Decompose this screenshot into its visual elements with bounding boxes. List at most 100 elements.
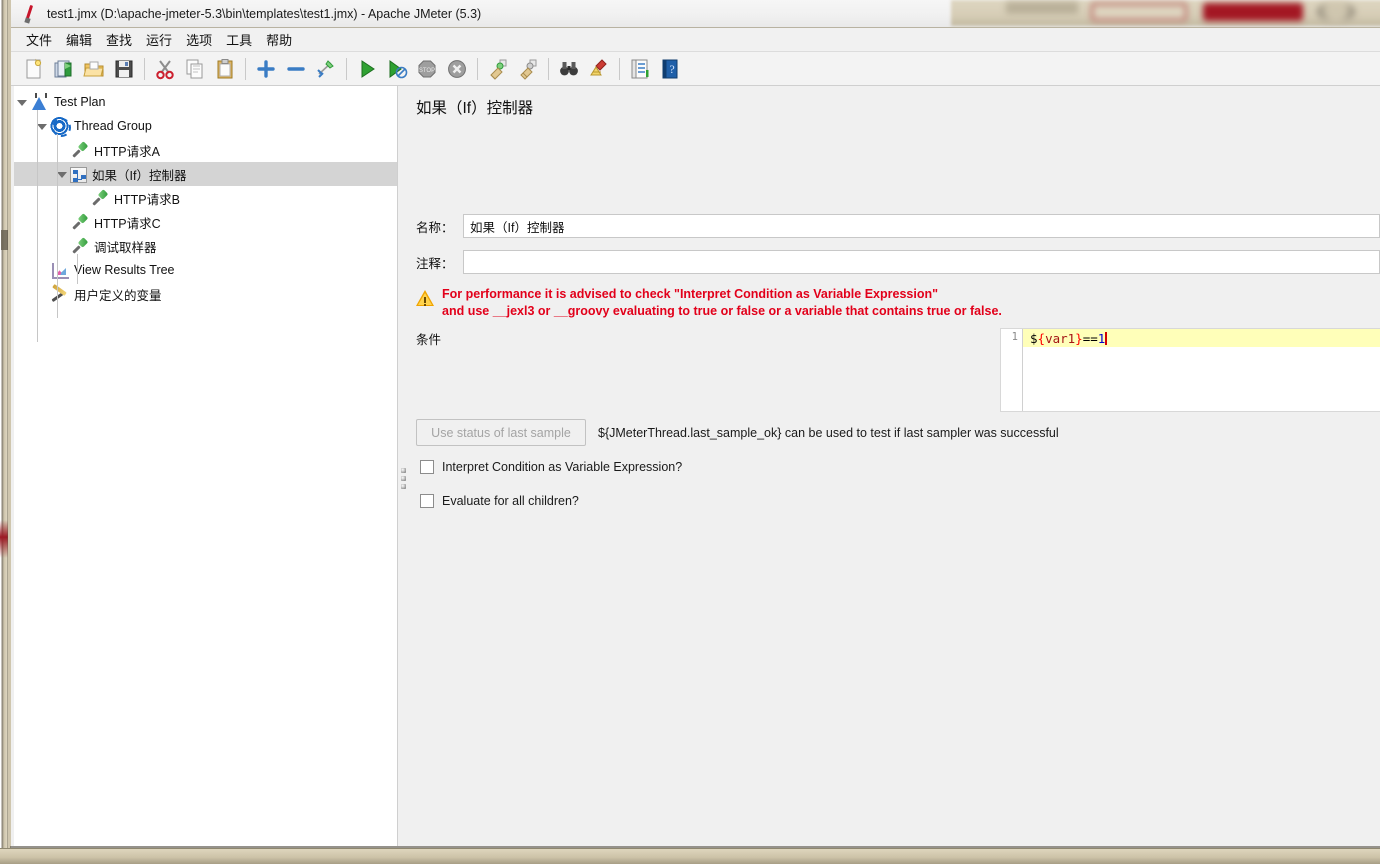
toolbar-separator (144, 57, 145, 80)
title-bar: test1.jmx (D:\apache-jmeter-5.3\bin\temp… (11, 0, 1380, 28)
warning-triangle-icon (416, 288, 436, 308)
cut-scissors-icon[interactable] (150, 55, 180, 83)
toolbar-separator (548, 57, 549, 80)
editor-text-area[interactable]: ${var1}==1 (1023, 329, 1380, 411)
http-sampler-icon (70, 140, 89, 160)
start-no-timers-icon[interactable] (382, 55, 412, 83)
collapse-minus-icon[interactable] (281, 55, 311, 83)
shutdown-icon[interactable] (442, 55, 472, 83)
comment-label: 注释： (416, 256, 454, 271)
new-document-icon[interactable] (19, 55, 49, 83)
tree-node-label: HTTP请求B (114, 192, 180, 207)
test-plan-tree: Test Plan Thread Group HTTP请求A 如果（If）控制器 HTT… (14, 86, 397, 306)
expand-plus-icon[interactable] (251, 55, 281, 83)
tree-node-label: 用户定义的变量 (74, 288, 162, 303)
if-controller-icon (70, 167, 87, 183)
user-defined-variables-icon (50, 284, 69, 304)
tree-node-test-plan[interactable]: Test Plan (14, 90, 397, 114)
chevron-down-icon[interactable] (14, 90, 30, 114)
comment-input[interactable] (463, 250, 1380, 274)
clear-broom-icon[interactable] (483, 55, 513, 83)
save-icon[interactable] (109, 55, 139, 83)
function-helper-icon[interactable] (625, 55, 655, 83)
split-pane-divider[interactable] (398, 86, 407, 846)
tree-connector-line (77, 254, 78, 284)
menu-options[interactable]: 选项 (179, 28, 219, 51)
start-play-icon[interactable] (352, 55, 382, 83)
use-status-of-last-sample-button[interactable]: Use status of last sample (416, 419, 586, 446)
tree-node-http-request-b[interactable]: HTTP请求B (14, 186, 397, 210)
checkbox-interpret-condition[interactable]: Interpret Condition as Variable Expressi… (420, 460, 682, 474)
menu-help[interactable]: 帮助 (259, 28, 299, 51)
condition-editor[interactable]: 1 ${var1}==1 (1000, 328, 1380, 412)
test-plan-tree-pane[interactable]: Test Plan Thread Group HTTP请求A 如果（If）控制器 HTT… (14, 86, 398, 846)
tree-node-thread-group[interactable]: Thread Group (14, 114, 397, 138)
clear-all-broom-icon[interactable] (513, 55, 543, 83)
help-book-icon[interactable]: ? (655, 55, 685, 83)
tree-node-view-results-tree[interactable]: View Results Tree (14, 258, 397, 282)
debug-sampler-icon (70, 236, 89, 256)
checkbox-interpret-condition-box[interactable] (420, 460, 434, 474)
http-sampler-icon (70, 212, 89, 232)
menu-run[interactable]: 运行 (139, 28, 179, 51)
checkbox-evaluate-all-children-label: Evaluate for all children? (442, 494, 579, 508)
tree-node-http-request-a[interactable]: HTTP请求A (14, 138, 397, 162)
http-sampler-icon (90, 188, 109, 208)
warning-text: For performance it is advised to check "… (442, 286, 1002, 320)
name-field-row: 名称： (416, 213, 1380, 239)
name-input[interactable] (463, 214, 1380, 238)
search-binoculars-icon[interactable] (554, 55, 584, 83)
last-sample-row: Use status of last sample ${JMeterThread… (416, 419, 1059, 446)
view-results-tree-icon (50, 260, 69, 280)
tree-node-http-request-c[interactable]: HTTP请求C (14, 210, 397, 234)
copy-icon[interactable] (180, 55, 210, 83)
warning-line-2: and use __jexl3 or __groovy evaluating t… (442, 304, 1002, 318)
jmeter-feather-icon (19, 3, 41, 25)
toolbar-separator (245, 57, 246, 80)
menu-search[interactable]: 查找 (99, 28, 139, 51)
stop-icon[interactable]: STOP (412, 55, 442, 83)
window-bottom-frame (0, 848, 1380, 864)
token-variable: var1 (1045, 331, 1076, 346)
tree-node-label: HTTP请求C (94, 216, 161, 231)
condition-expression[interactable]: ${var1}==1 (1023, 329, 1380, 347)
tree-node-user-defined-variables[interactable]: 用户定义的变量 (14, 282, 397, 306)
background-window-dark-band (1, 230, 8, 250)
tree-node-label: View Results Tree (74, 263, 175, 277)
tree-node-if-controller[interactable]: 如果（If）控制器 (14, 162, 397, 186)
checkbox-interpret-condition-label: Interpret Condition as Variable Expressi… (442, 460, 683, 474)
tree-node-label: Test Plan (54, 95, 106, 109)
svg-text:STOP: STOP (419, 68, 435, 74)
tree-connector-line (57, 134, 58, 318)
text-caret (1105, 332, 1108, 345)
templates-icon[interactable] (49, 55, 79, 83)
jmeter-main-window: test1.jmx (D:\apache-jmeter-5.3\bin\temp… (8, 0, 1380, 858)
tree-node-debug-sampler[interactable]: 调试取样器 (14, 234, 397, 258)
last-sample-hint-text: ${JMeterThread.last_sample_ok} can be us… (598, 425, 1059, 440)
menu-file[interactable]: 文件 (19, 28, 59, 51)
warning-line-1: For performance it is advised to check "… (442, 287, 939, 301)
menu-tools[interactable]: 工具 (219, 28, 259, 51)
redacted-item-b (1091, 3, 1187, 21)
tree-connector-line (37, 110, 38, 342)
toggle-pins-icon[interactable] (311, 55, 341, 83)
paste-clipboard-icon[interactable] (210, 55, 240, 83)
reset-search-broom-icon[interactable] (584, 55, 614, 83)
token-brace-open: { (1037, 331, 1046, 346)
checkbox-evaluate-all-children-box[interactable] (420, 494, 434, 508)
tree-node-label: 调试取样器 (94, 240, 157, 255)
editor-line-number-gutter: 1 (1001, 329, 1023, 411)
toolbar-separator (346, 57, 347, 80)
open-folder-icon[interactable] (79, 55, 109, 83)
token-brace-close: } (1075, 331, 1083, 346)
checkbox-evaluate-all-children[interactable]: Evaluate for all children? (420, 494, 579, 508)
menu-edit[interactable]: 编辑 (59, 28, 99, 51)
thread-group-icon (50, 116, 71, 137)
page-title: 如果（If）控制器 (416, 100, 534, 117)
